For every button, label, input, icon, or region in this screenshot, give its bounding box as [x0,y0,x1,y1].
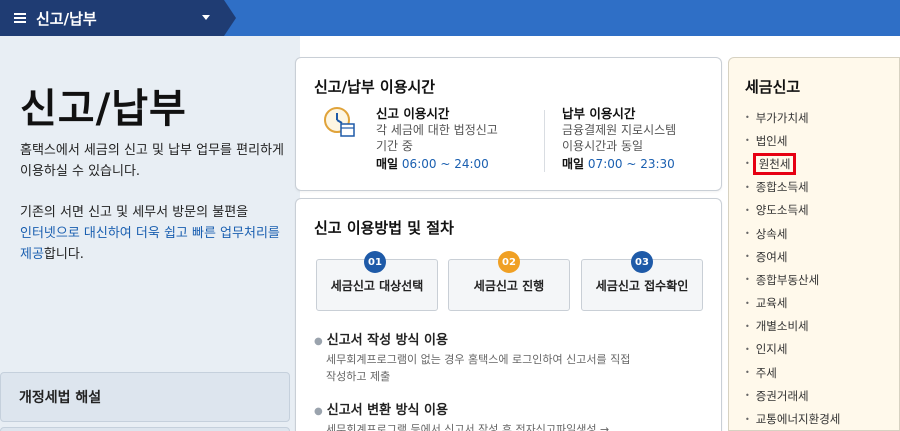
method-convert-title: 신고서 변환 방식 이용 [326,403,448,418]
intro-text-2: 기존의 서면 신고 및 세무서 방문의 불편을 인터넷으로 대신하여 더욱 쉽고… [20,202,290,265]
bullet-icon: • [745,182,750,192]
intro2-suffix: 합니다. [43,247,84,262]
method-convert-heading: ● 신고서 변환 방식 이용 [314,399,448,418]
tax-item-corporate[interactable]: • 법인세 [745,129,840,152]
method-convert-desc: 세무회계프로그램 등에서 신고서 작성 후 전자신고파일생성 → [326,421,686,431]
payment-time-value: 07:00 ~ 23:30 [587,157,675,171]
menu-breadcrumb[interactable]: 신고/납부 [0,0,224,36]
tax-item-excise[interactable]: • 개별소비세 [745,315,840,338]
hours-title: 신고/납부 이용시간 [314,78,436,96]
tax-item-income[interactable]: • 종합소득세 [745,176,840,199]
procedure-card: 신고 이용방법 및 절차 세금신고 대상선택 01 세금신고 진행 02 세금신… [295,198,722,431]
page-title: 신고/납부 [20,86,187,132]
filing-hours-time: 매일 06:00 ~ 24:00 [376,156,498,172]
intro2-prefix: 기존의 서면 신고 및 세무서 방문의 불편을 [20,205,249,220]
bullet-icon: • [745,321,750,331]
bullet-icon: • [745,298,750,308]
step-number-badge: 01 [364,251,386,273]
method-write-title: 신고서 작성 방식 이용 [326,333,448,348]
payment-hours-time: 매일 07:00 ~ 23:30 [562,156,676,172]
step-number-badge: 02 [498,251,520,273]
tax-filing-panel: 세금신고 • 부가가치세 • 법인세 • 원천세 • 종합소득세 • 양도소득세 • 상속세… [728,57,900,431]
procedure-title: 신고 이용방법 및 절차 [314,219,454,237]
hours-card: 신고/납부 이용시간 신고 이용시간 각 세금에 대한 법정신고 기간 중 매일… [295,57,722,191]
payment-daily: 매일 [562,157,585,171]
left-panel: 신고/납부 홈택스에서 세금의 신고 및 납부 업무를 편리하게 이용하실 수 … [0,36,300,431]
filing-hours-line1: 각 세금에 대한 법정신고 [376,123,498,137]
filing-hours: 신고 이용시간 각 세금에 대한 법정신고 기간 중 매일 06:00 ~ 24… [376,106,498,172]
tax-filing-title: 세금신고 [745,78,801,96]
method-convert-desc-line1: 세무회계프로그램 등에서 신고서 작성 후 전자신고파일생성 → [326,423,610,431]
filing-time-value: 06:00 ~ 24:00 [401,157,489,171]
bullet-icon: • [745,391,750,401]
method-write-heading: ● 신고서 작성 방식 이용 [314,329,448,348]
step-number-badge: 03 [631,251,653,273]
tax-item-real-estate[interactable]: • 종합부동산세 [745,268,840,291]
tax-item-gift[interactable]: • 증여세 [745,245,840,268]
breadcrumb-arrow [224,0,236,36]
next-card-edge [0,427,290,431]
payment-hours-head: 납부 이용시간 [562,106,636,121]
bullet-icon: • [745,136,750,146]
hours-divider [544,110,545,172]
breadcrumb-title: 신고/납부 [36,9,97,28]
bullet-icon: • [745,159,750,169]
bullet-icon: • [745,275,750,285]
filing-hours-head: 신고 이용시간 [376,106,450,121]
tax-item-education[interactable]: • 교육세 [745,292,840,315]
bullet-icon: • [745,414,750,424]
bullet-icon: ● [314,336,323,347]
method-write-desc-line1: 세무회계프로그램이 없는 경우 홈택스에 로그인하여 신고서를 직접 [326,353,631,366]
payment-hours: 납부 이용시간 금융결제원 지로시스템 이용시간과 동일 매일 07:00 ~ … [562,106,676,172]
tax-item-transport-energy[interactable]: • 교통에너지환경세 [745,407,840,430]
tax-item-inheritance[interactable]: • 상속세 [745,222,840,245]
payment-hours-line2: 이용시간과 동일 [562,139,644,153]
bullet-icon: • [745,252,750,262]
tax-item-vat[interactable]: • 부가가치세 [745,106,840,129]
bullet-icon: ● [314,406,323,417]
tax-item-securities[interactable]: • 증권거래세 [745,384,840,407]
filing-hours-line2: 기간 중 [376,139,413,153]
bullet-icon: • [745,113,750,123]
method-write-desc-line2: 작성하고 제출 [326,370,391,383]
clock-calendar-icon [324,107,355,137]
tax-item-capital-gains[interactable]: • 양도소득세 [745,199,840,222]
bullet-icon: • [745,344,750,354]
bullet-icon: • [745,368,750,378]
method-write-desc: 세무회계프로그램이 없는 경우 홈택스에 로그인하여 신고서를 직접 작성하고 … [326,351,686,385]
hamburger-menu-icon[interactable] [14,13,26,23]
intro-text: 홈택스에서 세금의 신고 및 납부 업무를 편리하게 이용하실 수 있습니다. [20,143,284,179]
tax-item-withholding[interactable]: • 원천세 [745,152,840,175]
filing-daily: 매일 [376,157,399,171]
bullet-icon: • [745,229,750,239]
bullet-icon: • [745,205,750,215]
tax-item-stamp[interactable]: • 인지세 [745,338,840,361]
tax-filing-list: • 부가가치세 • 법인세 • 원천세 • 종합소득세 • 양도소득세 • 상속세 • 증여세… [745,106,840,431]
chevron-down-icon[interactable] [202,15,210,20]
tax-law-guide-button[interactable]: 개정세법 해설 [0,372,290,422]
payment-hours-line1: 금융결제원 지로시스템 [562,123,677,137]
tax-item-liquor[interactable]: • 주세 [745,361,840,384]
